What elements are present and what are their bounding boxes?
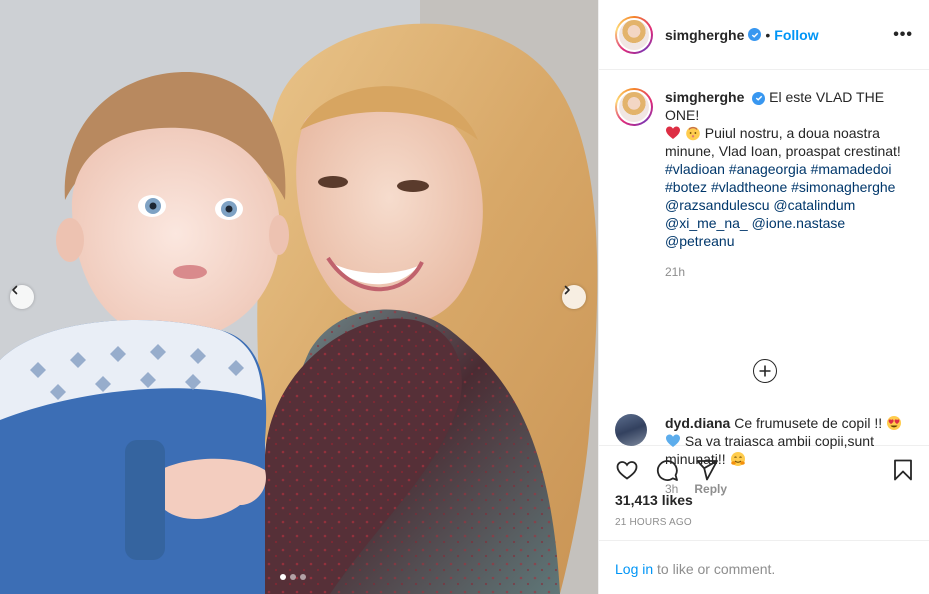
avatar[interactable] <box>615 15 653 54</box>
baby-emoji-icon <box>686 126 700 141</box>
caption-username[interactable]: simgherghe <box>665 89 744 105</box>
follow-button[interactable]: Follow <box>774 27 818 43</box>
mention-link[interactable]: @razsandulescu <box>665 197 770 213</box>
hashtag-link[interactable]: #botez <box>665 179 707 195</box>
carousel-dot <box>300 574 306 580</box>
post-date[interactable]: 21 HOURS AGO <box>615 517 692 528</box>
blue-heart-emoji-icon <box>666 434 680 447</box>
more-options-icon[interactable]: ••• <box>893 26 913 44</box>
carousel-dot <box>290 574 296 580</box>
plus-circle-icon <box>759 365 771 377</box>
avatar[interactable] <box>615 88 653 126</box>
verified-badge-icon <box>752 91 766 105</box>
commenter-avatar[interactable] <box>615 414 647 446</box>
chevron-right-icon <box>564 285 570 295</box>
hashtag-link[interactable]: #mamadedoi <box>811 161 892 177</box>
like-button[interactable] <box>615 458 639 485</box>
heart-icon <box>616 461 638 480</box>
hashtag-link[interactable]: #vladtheone <box>711 179 787 195</box>
likes-count[interactable]: 31,413 likes <box>615 492 693 508</box>
post-actions <box>615 458 915 486</box>
hashtag-link[interactable]: #vladioan <box>665 161 725 177</box>
comment-icon <box>656 460 678 481</box>
photo-illustration <box>0 0 598 594</box>
post-photo[interactable] <box>0 0 598 594</box>
share-button[interactable] <box>695 458 719 485</box>
load-more-comments-button[interactable] <box>753 359 777 383</box>
comment-username[interactable]: dyd.diana <box>665 415 730 431</box>
login-prompt: Log in to like or comment. <box>599 540 929 594</box>
post-time[interactable]: 21h <box>665 263 915 281</box>
comment-text: Ce frumusete de copil !! <box>734 415 883 431</box>
comment-button[interactable] <box>655 458 679 485</box>
share-icon <box>696 460 718 481</box>
mention-link[interactable]: @petreanu <box>665 233 734 249</box>
carousel-indicator <box>280 574 306 580</box>
carousel-next-button[interactable] <box>562 285 586 309</box>
account-username[interactable]: simgherghe <box>665 27 744 43</box>
caption-hashtags: #vladioan #anageorgia #mamadedoi #botez … <box>665 161 895 249</box>
comments-area[interactable]: simgherghe El este VLAD THE ONE! Puiul n… <box>599 70 929 496</box>
separator-dot: • <box>765 26 771 43</box>
save-button[interactable] <box>891 458 915 485</box>
red-heart-emoji-icon <box>666 126 680 139</box>
login-prompt-text: to like or comment. <box>653 561 776 577</box>
bookmark-icon <box>894 459 912 481</box>
post-side-panel: simgherghe • Follow ••• simgherghe El es… <box>598 0 929 594</box>
post-caption: simgherghe El este VLAD THE ONE! Puiul n… <box>615 88 915 281</box>
caption-text: Puiul nostru, a doua noastra minune, Vla… <box>665 125 901 159</box>
mention-link[interactable]: @catalindum <box>773 197 855 213</box>
carousel-prev-button[interactable] <box>10 285 34 309</box>
login-link[interactable]: Log in <box>615 561 653 577</box>
mention-link[interactable]: @xi_me_na_ <box>665 215 748 231</box>
hashtag-link[interactable]: #anageorgia <box>729 161 807 177</box>
chevron-left-icon <box>12 285 18 295</box>
mention-link[interactable]: @ione.nastase <box>752 215 846 231</box>
carousel-dot <box>280 574 286 580</box>
heart-eyes-emoji-icon <box>887 416 901 430</box>
hashtag-link[interactable]: #simonagherghe <box>791 179 895 195</box>
post-header: simgherghe • Follow ••• <box>599 0 929 70</box>
verified-badge-icon <box>748 28 762 41</box>
